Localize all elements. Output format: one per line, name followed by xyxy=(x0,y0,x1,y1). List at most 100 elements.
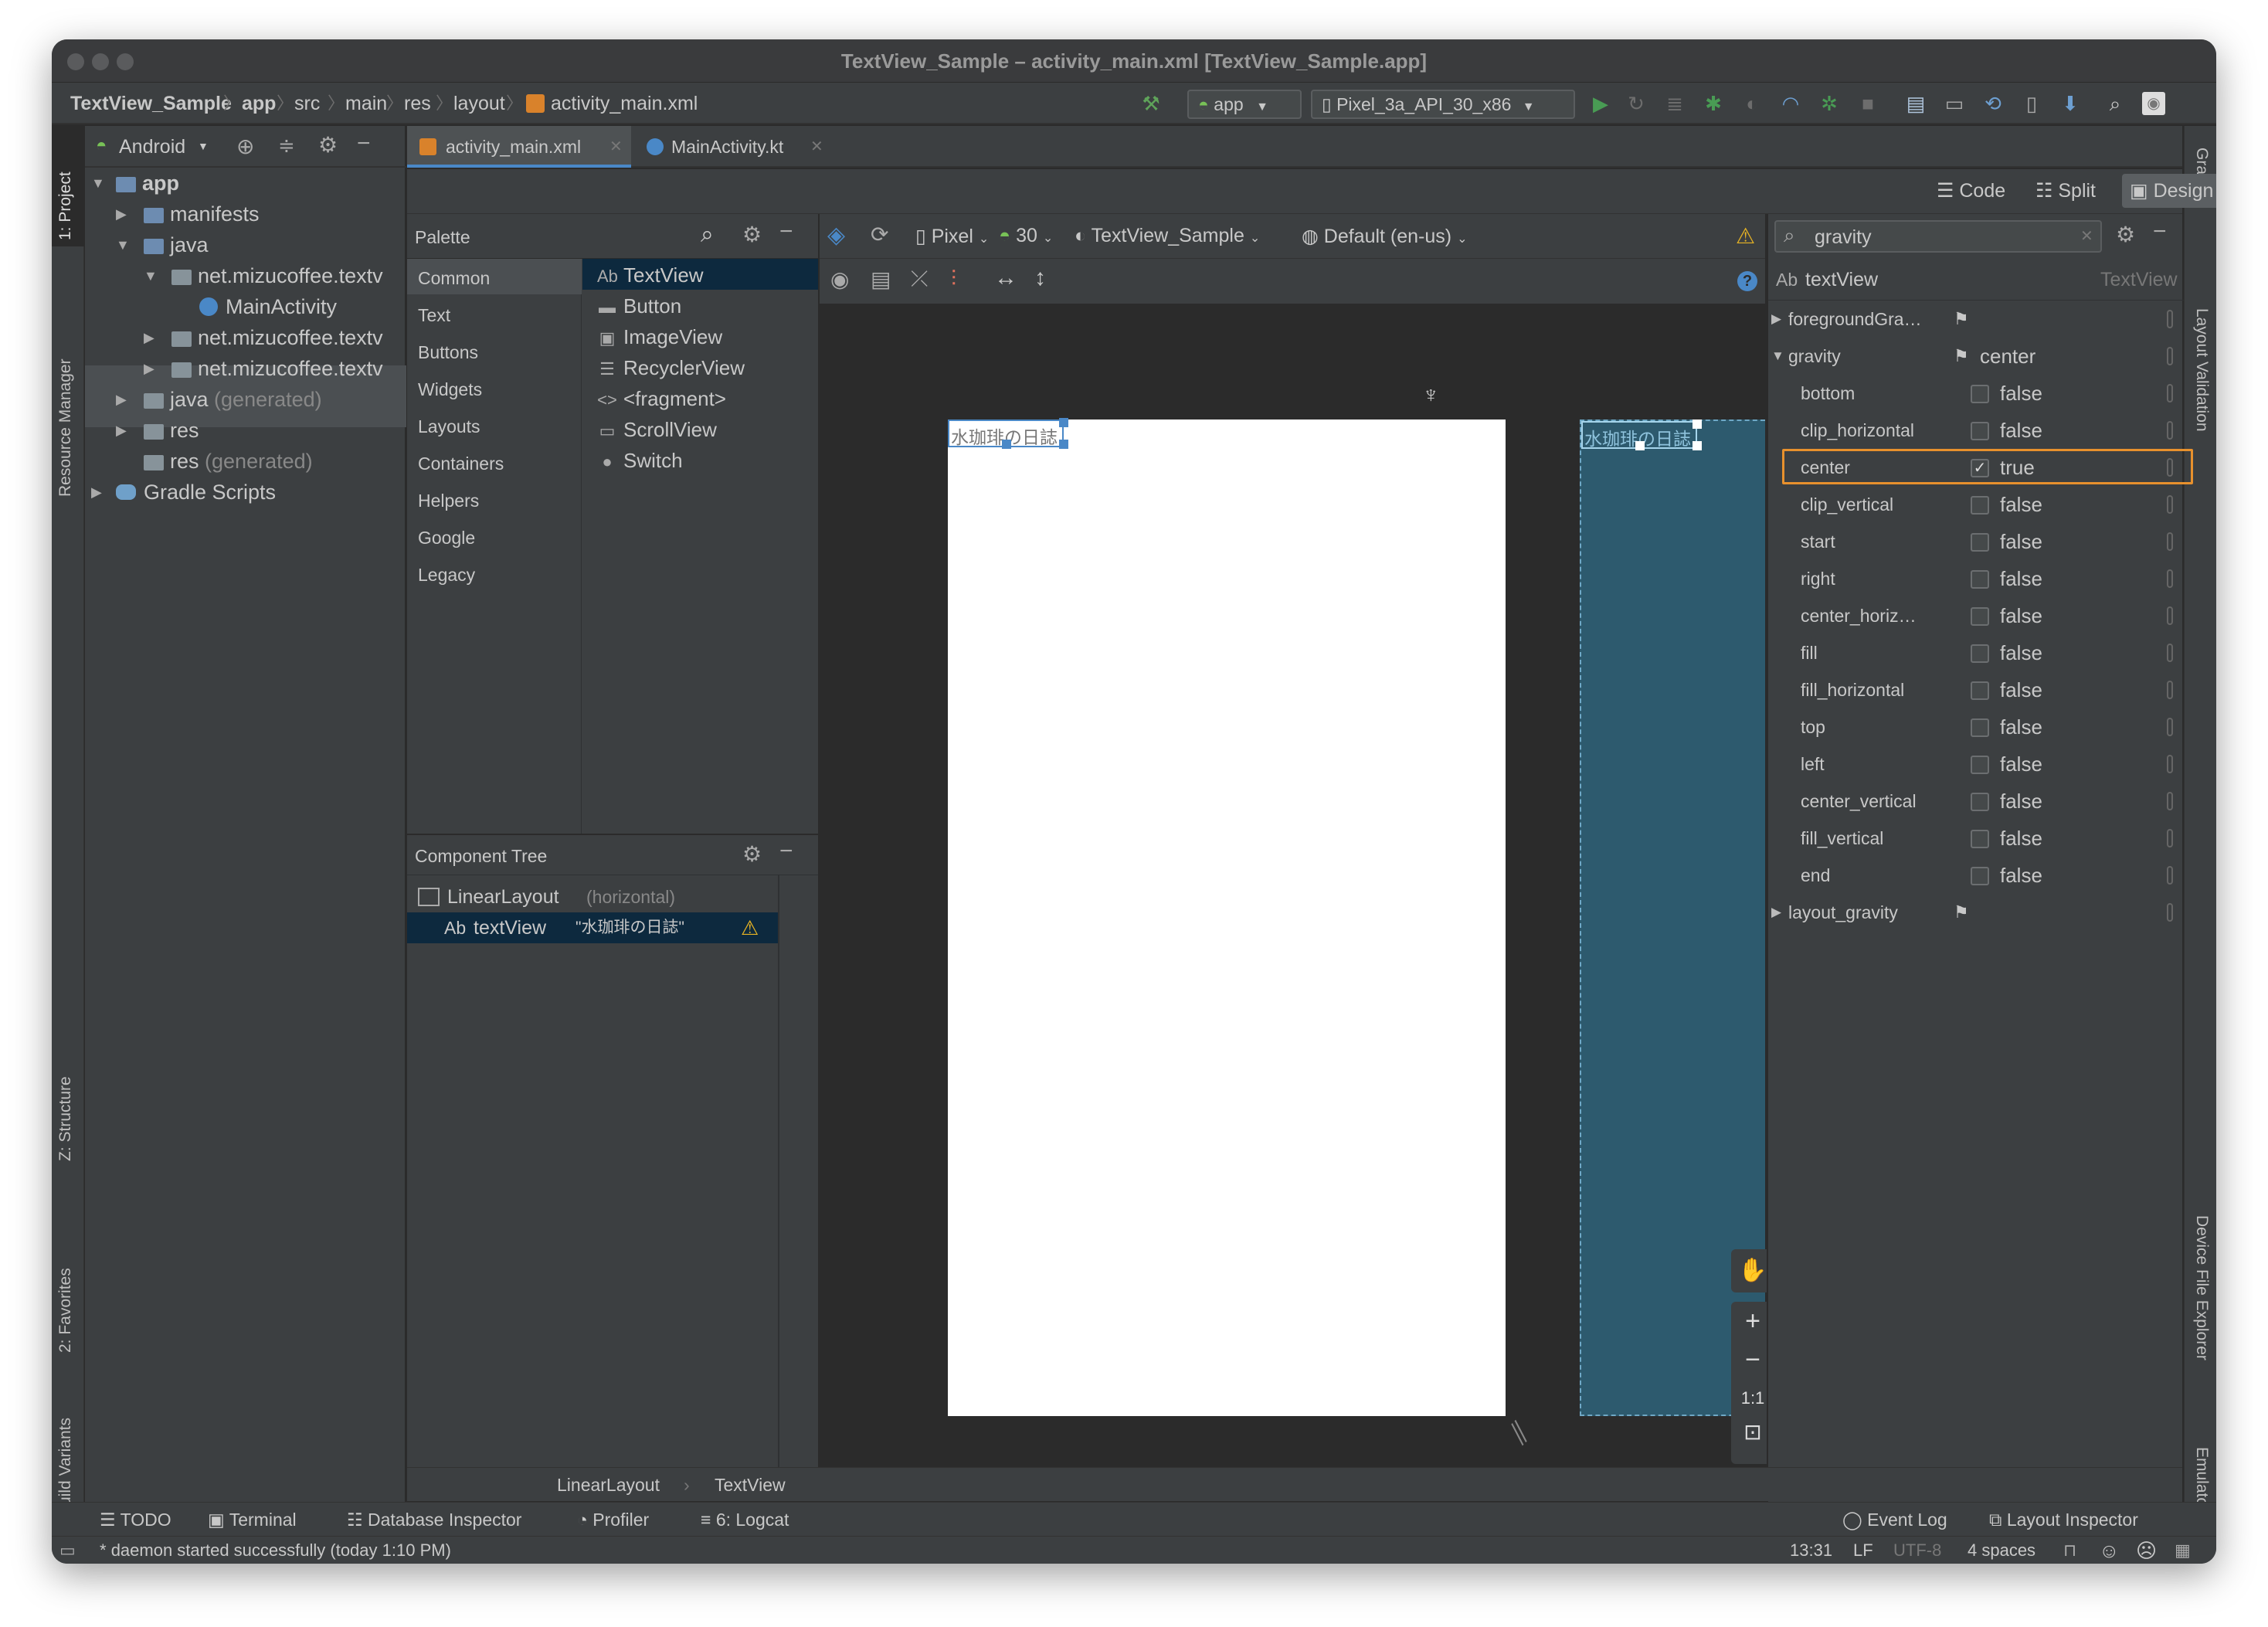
reference-picker-icon[interactable] xyxy=(2167,866,2173,885)
attribute-checkbox[interactable] xyxy=(1971,533,1989,552)
resource-manager-tool-button[interactable]: Resource Manager xyxy=(56,358,75,497)
attribute-checkbox[interactable] xyxy=(1971,644,1989,663)
settings-gear-icon[interactable]: ⚙ xyxy=(742,222,762,247)
search-icon[interactable]: ⌕ xyxy=(2103,92,2127,115)
expand-arrow-down-icon[interactable]: ▼ xyxy=(1771,338,1784,375)
reference-picker-icon[interactable] xyxy=(2167,903,2173,922)
horizontal-resize-icon[interactable]: ↔ xyxy=(994,265,1017,291)
breadcrumb-res[interactable]: res xyxy=(404,83,431,124)
account-icon[interactable]: ◉ xyxy=(2142,92,2165,115)
tree-item-package-main[interactable]: ▼ net.mizucoffee.textv xyxy=(85,260,406,291)
resize-handle[interactable] xyxy=(1059,418,1068,427)
collapse-all-icon[interactable]: ≑ xyxy=(278,134,295,158)
reference-picker-icon[interactable] xyxy=(2167,347,2173,365)
attribute-checkbox[interactable] xyxy=(1971,496,1989,515)
theme-selector[interactable]: ◐ TextView_Sample ⌄ xyxy=(1075,225,1260,247)
attribute-checkbox[interactable] xyxy=(1971,607,1989,626)
expand-arrow-right-icon[interactable]: ▶ xyxy=(1771,894,1781,931)
attribute-row-center-vertical[interactable]: center_vertical false xyxy=(1768,783,2184,820)
breadcrumb-linearlayout[interactable]: LinearLayout xyxy=(557,1468,660,1502)
feedback-frown-icon[interactable]: ☹ xyxy=(2136,1537,2157,1564)
tree-node-linearlayout[interactable]: LinearLayout (horizontal) xyxy=(407,881,818,912)
terminal-tool-button[interactable]: ▣ Terminal xyxy=(208,1503,297,1537)
close-tab-icon[interactable]: ✕ xyxy=(609,126,623,168)
favorites-tool-button[interactable]: 2: Favorites xyxy=(56,1268,75,1353)
sync-gradle-icon[interactable]: ⟲ xyxy=(1981,92,2005,115)
tree-item-gradle-scripts[interactable]: ▶ Gradle Scripts xyxy=(85,477,406,508)
todo-tool-button[interactable]: ☰ TODO xyxy=(100,1503,171,1537)
reference-picker-icon[interactable] xyxy=(2167,718,2173,736)
reference-picker-icon[interactable] xyxy=(2167,569,2173,588)
settings-gear-icon[interactable]: ⚙ xyxy=(2116,222,2135,247)
reference-picker-icon[interactable] xyxy=(2167,458,2173,477)
tree-item-java-generated[interactable]: ▶ java (generated) xyxy=(85,384,406,415)
attribute-checkbox[interactable] xyxy=(1971,570,1989,589)
settings-gear-icon[interactable]: ⚙ xyxy=(318,132,338,158)
breadcrumb-layout[interactable]: layout xyxy=(453,83,505,124)
reference-picker-icon[interactable] xyxy=(2167,384,2173,403)
hide-panel-icon[interactable]: − xyxy=(779,219,793,245)
attribute-value[interactable]: center xyxy=(1980,338,2035,375)
reference-picker-icon[interactable] xyxy=(2167,495,2173,514)
code-view-button[interactable]: ☰ Code xyxy=(1937,179,2005,202)
attribute-checkbox[interactable] xyxy=(1971,830,1989,848)
reference-picker-icon[interactable] xyxy=(2167,792,2173,810)
indent-setting[interactable]: 4 spaces xyxy=(1968,1537,2035,1564)
attribute-checkbox[interactable] xyxy=(1971,756,1989,774)
minimize-window-button[interactable] xyxy=(92,53,109,70)
layout-inspector-tool-button[interactable]: ⧉ Layout Inspector xyxy=(1989,1503,2138,1537)
warning-icon[interactable]: ⚠ xyxy=(741,912,759,943)
palette-category-google[interactable]: Google xyxy=(418,528,475,549)
attribute-checkbox[interactable] xyxy=(1971,867,1989,885)
profiler-tool-button[interactable]: ◔ Profiler xyxy=(577,1503,649,1537)
breadcrumb-main[interactable]: main xyxy=(345,83,387,124)
design-preview-screen[interactable]: 水珈琲の日誌 xyxy=(948,418,1506,1416)
palette-category-helpers[interactable]: Helpers xyxy=(418,491,479,511)
margins-icon[interactable]: ▤ xyxy=(871,267,891,292)
run-config-dropdown[interactable]: ◓ app ▼ xyxy=(1187,90,1302,119)
resize-handle[interactable] xyxy=(1635,441,1645,450)
split-view-button[interactable]: ☷ Split xyxy=(2035,179,2096,202)
design-surface-icon[interactable]: ◈ xyxy=(827,222,845,249)
pin-icon[interactable]: ♆ xyxy=(1422,382,1440,409)
reference-picker-icon[interactable] xyxy=(2167,421,2173,440)
device-dropdown[interactable]: ▯ Pixel_3a_API_30_x86 ▼ xyxy=(1311,90,1575,119)
help-icon[interactable]: ? xyxy=(1737,271,1757,291)
resize-handle[interactable] xyxy=(1002,440,1011,449)
reference-picker-icon[interactable] xyxy=(2167,310,2173,328)
debug-bug-icon[interactable]: ✱ xyxy=(1702,92,1725,115)
design-canvas[interactable]: ♆ 水珈琲の日誌 ⫽ 水珈琲の日誌 ✋ + − 1:1 ⊡ xyxy=(820,304,1774,1504)
palette-category-layouts[interactable]: Layouts xyxy=(418,416,480,437)
project-tool-button[interactable]: 1: Project xyxy=(56,172,75,240)
settings-gear-icon[interactable]: ⚙ xyxy=(742,841,762,867)
hide-panel-icon[interactable]: − xyxy=(2153,219,2167,245)
attribute-row-clip-horizontal[interactable]: clip_horizontal false xyxy=(1768,412,2184,449)
palette-item-scrollview[interactable]: ▭ ScrollView xyxy=(597,418,717,442)
resize-handle[interactable] xyxy=(1693,419,1702,429)
attribute-row-right[interactable]: right false xyxy=(1768,560,2184,597)
close-tab-icon[interactable]: ✕ xyxy=(810,126,823,168)
palette-item-button[interactable]: ▬ Button xyxy=(597,294,681,318)
layout-validation-tool-button[interactable]: Layout Validation xyxy=(2192,308,2211,432)
event-log-tool-button[interactable]: ◯ Event Log xyxy=(1842,1503,1947,1537)
attribute-row-start[interactable]: start false xyxy=(1768,523,2184,560)
palette-category-widgets[interactable]: Widgets xyxy=(418,379,482,400)
hide-panel-icon[interactable]: − xyxy=(357,131,371,157)
attribute-row-foregroundgra[interactable]: ▶ foregroundGra… ⚑ xyxy=(1768,301,2184,338)
attach-debugger-icon[interactable]: ✲ xyxy=(1818,92,1841,115)
api-selector[interactable]: ◓ 30 ⌄ xyxy=(999,225,1053,247)
tree-item-res[interactable]: ▶ res xyxy=(85,415,406,446)
breadcrumb-src[interactable]: src xyxy=(294,83,320,124)
project-structure-icon[interactable]: ▤ xyxy=(1904,92,1927,115)
tab-activity-main[interactable]: activity_main.xml ✕ xyxy=(407,126,631,168)
sdk-manager-icon[interactable]: ⬇ xyxy=(2059,92,2082,115)
attribute-row-end[interactable]: end false xyxy=(1768,857,2184,894)
resize-handle[interactable] xyxy=(1693,441,1702,450)
clear-search-icon[interactable]: ✕ xyxy=(2080,226,2093,246)
close-window-button[interactable] xyxy=(67,53,84,70)
locate-file-icon[interactable]: ⊕ xyxy=(236,134,254,159)
palette-item-switch[interactable]: ● Switch xyxy=(597,449,682,473)
attributes-search-field[interactable]: ⌕ gravity ✕ xyxy=(1774,220,2102,253)
tree-item-app[interactable]: ▼ app xyxy=(85,168,406,199)
locale-selector[interactable]: ◍ Default (en-us) ⌄ xyxy=(1302,225,1467,248)
